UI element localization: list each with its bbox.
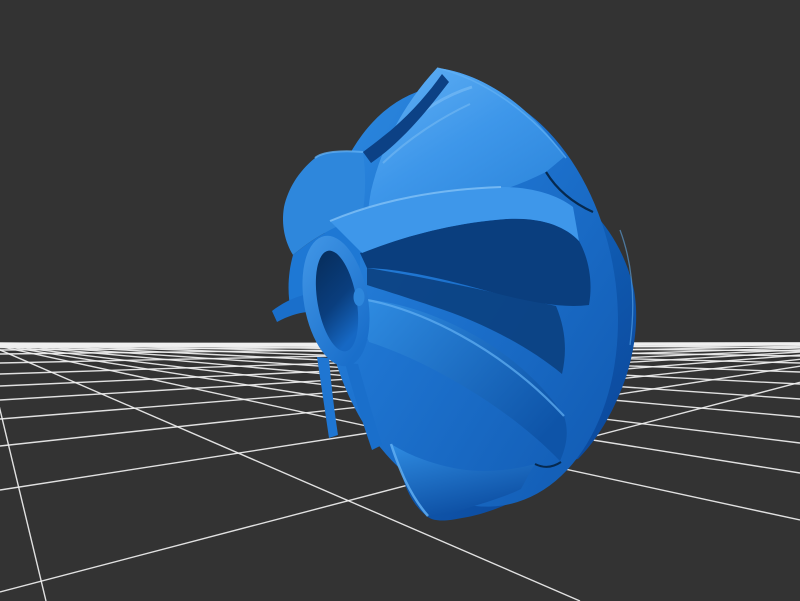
impeller-model[interactable] bbox=[0, 0, 800, 601]
impeller-leg-1 bbox=[317, 357, 338, 438]
3d-viewport[interactable] bbox=[0, 0, 800, 601]
impeller-center-boss bbox=[354, 288, 365, 306]
